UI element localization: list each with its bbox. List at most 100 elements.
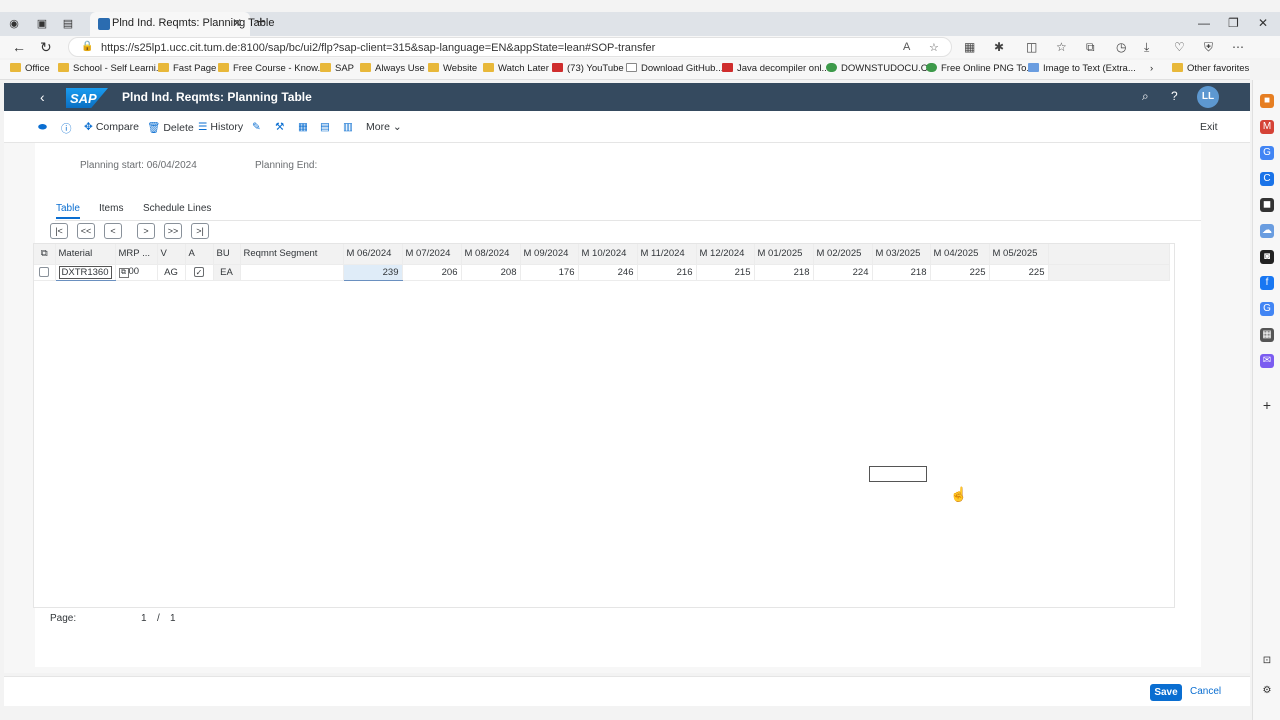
tools-icon[interactable]: ■ [1260, 94, 1274, 108]
split-screen-icon[interactable]: ◫ [1026, 40, 1037, 54]
column-header[interactable]: V [157, 244, 186, 265]
column-header[interactable]: M 02/2025 [813, 244, 873, 265]
read-aloud-icon[interactable]: A [903, 41, 910, 53]
selected-cell[interactable] [869, 466, 927, 482]
more-button[interactable]: More ⌄ [366, 121, 402, 133]
avatar[interactable]: LL [1197, 86, 1219, 108]
edit-icon[interactable]: ✎ [252, 121, 264, 133]
compare-button[interactable]: ✥ Compare [84, 121, 139, 133]
page-up-fast-button[interactable]: << [77, 223, 95, 239]
quantity-cell[interactable]: 225 [989, 264, 1049, 282]
page-down-fast-button[interactable]: >> [164, 223, 182, 239]
google-icon[interactable]: G [1260, 302, 1274, 316]
column-header[interactable]: M 08/2024 [461, 244, 521, 265]
tab-close-icon[interactable]: ✕ [232, 16, 242, 30]
bookmark[interactable]: DOWNSTUDOCU.C... [826, 63, 935, 77]
address-bar[interactable]: 🔒 https://s25lp1.ucc.cit.tum.de:8100/sap… [68, 37, 952, 57]
table-icon[interactable]: ▤ [320, 121, 333, 133]
sidebar-settings-icon[interactable]: ⚙ [1260, 684, 1274, 698]
tab-items[interactable]: Items [99, 203, 123, 214]
column-header[interactable]: A [185, 244, 214, 265]
app-icon[interactable]: C [1260, 172, 1274, 186]
add-icon[interactable]: + [1260, 398, 1274, 412]
quantity-cell[interactable]: 218 [872, 264, 931, 282]
version-cell[interactable]: AG [157, 264, 186, 282]
puzzle-icon[interactable]: ✱ [994, 40, 1004, 54]
bookmark[interactable]: SAP [320, 63, 354, 77]
material-field[interactable]: DXTR1360 [55, 264, 116, 282]
copy-icon[interactable]: ⧉ [118, 268, 129, 279]
bookmark[interactable]: Other favorites [1172, 63, 1249, 77]
reqmnt-segment-field[interactable] [240, 264, 344, 282]
gmail-icon[interactable]: M [1260, 120, 1274, 134]
facebook-icon[interactable]: f [1260, 276, 1274, 290]
column-header[interactable]: M 03/2025 [872, 244, 931, 265]
quantity-cell[interactable]: 246 [578, 264, 638, 282]
column-header[interactable]: BU [213, 244, 241, 265]
favorites-icon[interactable]: ☆ [1056, 40, 1067, 54]
downloads-icon[interactable]: ⤓ [1144, 40, 1149, 55]
back-icon[interactable]: ‹ [40, 89, 45, 105]
app-icon[interactable]: ◼ [1260, 198, 1274, 212]
app-icon[interactable]: ☁ [1260, 224, 1274, 238]
apps-grid-icon[interactable]: ▦ [1260, 328, 1274, 342]
search-icon[interactable]: ⌕ [1142, 89, 1149, 104]
column-header[interactable]: M 07/2024 [402, 244, 462, 265]
bookmark[interactable]: Free Online PNG To... [926, 63, 1034, 77]
exit-button[interactable]: Exit [1200, 121, 1218, 133]
first-page-button[interactable]: |< [50, 223, 68, 239]
column-header[interactable]: Reqmnt Segment [240, 244, 344, 265]
settings-more-icon[interactable]: ⋯ [1232, 40, 1244, 54]
quantity-cell[interactable]: 176 [520, 264, 579, 282]
window-close-icon[interactable]: ✕ [1258, 16, 1268, 30]
column-header[interactable]: MRP ... [115, 244, 158, 265]
last-page-button[interactable]: >| [191, 223, 209, 239]
hat-icon[interactable]: ⬬ [38, 121, 50, 134]
mrp-field[interactable]: ⧉ 00 [115, 264, 158, 282]
collections-toolbar-icon[interactable]: ⧉ [1086, 40, 1095, 55]
bookmark[interactable]: School - Self Learni... [58, 63, 164, 77]
browser-tab[interactable]: Plnd Ind. Reqmts: Planning Table ✕ [90, 12, 274, 36]
bookmark[interactable]: Image to Text (Extra... [1028, 63, 1136, 77]
browser-essentials-icon[interactable]: ⛨ [1204, 40, 1213, 55]
column-header[interactable]: M 11/2024 [637, 244, 697, 265]
extensions-icon[interactable]: ▦ [964, 40, 975, 54]
quantity-cell[interactable]: 225 [930, 264, 990, 282]
profile-icon[interactable]: ◉ [6, 16, 22, 32]
delete-button[interactable]: 🗑 Delete [147, 121, 194, 134]
quantity-cell[interactable]: 206 [402, 264, 462, 282]
quantity-cell[interactable]: 215 [696, 264, 755, 282]
quantity-cell[interactable]: 224 [813, 264, 873, 282]
grid-icon[interactable]: ▦ [298, 121, 311, 133]
column-header[interactable]: Material [55, 244, 116, 265]
history-button[interactable]: ☰ History [198, 121, 243, 133]
bookmark[interactable]: (73) YouTube [552, 63, 624, 77]
active-checkbox[interactable]: ✓ [185, 264, 214, 282]
column-header[interactable]: M 01/2025 [754, 244, 814, 265]
column-header[interactable]: M 12/2024 [696, 244, 755, 265]
performance-icon[interactable]: ♡ [1174, 40, 1185, 54]
column-header[interactable]: M 04/2025 [930, 244, 990, 265]
restore-icon[interactable]: ❐ [1228, 16, 1239, 30]
bookmarks-overflow-icon[interactable]: › [1150, 63, 1153, 77]
column-header[interactable]: M 06/2024 [343, 244, 403, 265]
cancel-button[interactable]: Cancel [1190, 686, 1221, 697]
quantity-cell[interactable]: 216 [637, 264, 697, 282]
quantity-cell[interactable]: 218 [754, 264, 814, 282]
column-header[interactable]: M 10/2024 [578, 244, 638, 265]
column-header[interactable]: M 09/2024 [520, 244, 579, 265]
messenger-icon[interactable]: ✉ [1260, 354, 1274, 368]
new-tab-icon[interactable]: + [256, 14, 265, 32]
bookmark[interactable]: Website [428, 63, 477, 77]
bookmark[interactable]: Office [10, 63, 50, 77]
google-icon[interactable]: G [1260, 146, 1274, 160]
tab-schedule-lines[interactable]: Schedule Lines [143, 203, 211, 214]
collections-icon[interactable]: ▣ [34, 16, 50, 32]
tools-icon[interactable]: ⚒ [275, 121, 287, 133]
refresh-icon[interactable]: ↻ [40, 39, 52, 56]
app-icon[interactable]: ◙ [1260, 250, 1274, 264]
quantity-cell[interactable]: 239 [343, 264, 403, 282]
page-next-button[interactable]: > [137, 223, 155, 239]
tab-table[interactable]: Table [56, 203, 80, 219]
favorite-star-icon[interactable]: ☆ [929, 41, 939, 54]
